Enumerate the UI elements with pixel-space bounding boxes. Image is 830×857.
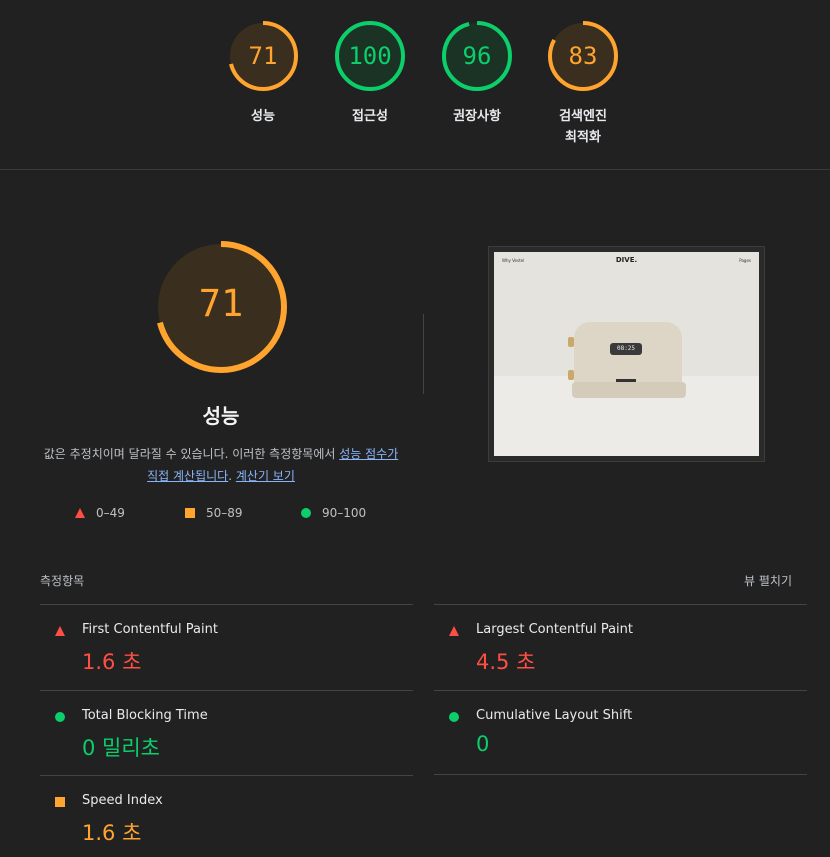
circle-icon <box>55 712 65 722</box>
legend-range: 50–89 <box>206 506 243 520</box>
toaster-lever <box>616 379 636 382</box>
gauge-label: 접근성 <box>352 109 388 124</box>
gauge-label: 권장사항 <box>453 109 501 124</box>
gauge-score: 71 <box>248 42 278 70</box>
final-screenshot[interactable]: DIVE. Why Vestel Pages 08:25 <box>488 246 765 462</box>
performance-score: 71 <box>198 282 244 325</box>
metric-label: Cumulative Layout Shift <box>476 708 633 723</box>
metric-lcp: Largest Contentful Paint 4.5 초 <box>434 604 807 690</box>
metric-value: 0 밀리초 <box>82 736 160 760</box>
legend-range: 0–49 <box>96 506 125 520</box>
triangle-icon <box>75 508 85 518</box>
screenshot-image: DIVE. Why Vestel Pages 08:25 <box>494 252 759 456</box>
legend-fail: 0–49 <box>74 506 125 520</box>
description-text: 값은 추정치이며 달라질 수 있습니다. 이러한 측정항목에서 <box>43 447 340 461</box>
gauge-score: 96 <box>462 42 492 70</box>
calculator-link[interactable]: 계산기 보기 <box>236 469 295 483</box>
metric-value: 4.5 초 <box>476 650 536 674</box>
gauge-label: 검색엔진 최적화 <box>559 109 607 145</box>
toaster-knob <box>568 370 574 380</box>
toaster-base <box>572 382 686 398</box>
metric-cls: Cumulative Layout Shift 0 <box>434 690 807 776</box>
metric-label: Total Blocking Time <box>82 708 208 723</box>
metric-value: 1.6 초 <box>82 650 142 674</box>
circle-icon <box>301 508 311 518</box>
metric-label: Largest Contentful Paint <box>476 622 634 637</box>
divider <box>434 774 807 775</box>
triangle-icon <box>55 626 65 636</box>
triangle-icon <box>449 626 459 636</box>
gauge-score: 83 <box>568 42 598 70</box>
legend-range: 90–100 <box>322 506 367 520</box>
circle-icon <box>449 712 459 722</box>
metric-label: First Contentful Paint <box>82 622 218 637</box>
metric-value: 0 <box>476 732 490 756</box>
category-scores-bar: 71 성능 100 접근성 96 권장사항 83 검색엔진 최적화 <box>0 0 830 170</box>
description-separator: . <box>228 469 236 483</box>
divider <box>423 314 424 394</box>
gauge-score: 100 <box>348 42 392 70</box>
gauge-label: 성능 <box>251 109 275 124</box>
expand-view-toggle[interactable]: 뷰 펼치기 <box>744 572 792 589</box>
metric-label: Speed Index <box>82 793 163 808</box>
performance-description: 값은 추정치이며 달라질 수 있습니다. 이러한 측정항목에서 성능 점수가 직… <box>40 443 402 487</box>
gauge-performance[interactable]: 71 성능 <box>213 20 313 127</box>
metric-speed-index: Speed Index 1.6 초 <box>40 775 413 857</box>
square-icon <box>55 797 65 807</box>
square-icon <box>185 508 195 518</box>
legend-average: 50–89 <box>184 506 243 520</box>
screenshot-nav-right: Pages <box>739 258 751 263</box>
screenshot-nav-left: Why Vestel <box>502 258 525 263</box>
performance-title: 성능 <box>202 404 240 428</box>
metric-tbt: Total Blocking Time 0 밀리초 <box>40 690 413 776</box>
gauge-seo[interactable]: 83 검색엔진 최적화 <box>533 20 633 148</box>
toaster-knob <box>568 337 574 347</box>
screenshot-nav: Why Vestel Pages <box>502 258 751 263</box>
gauge-accessibility[interactable]: 100 접근성 <box>320 20 420 127</box>
gauge-best-practices[interactable]: 96 권장사항 <box>427 20 527 127</box>
legend-pass: 90–100 <box>300 506 366 520</box>
metric-fcp: First Contentful Paint 1.6 초 <box>40 604 413 690</box>
metrics-header: 측정항목 <box>40 574 85 588</box>
toaster-display: 08:25 <box>610 343 642 355</box>
metric-value: 1.6 초 <box>82 821 142 845</box>
